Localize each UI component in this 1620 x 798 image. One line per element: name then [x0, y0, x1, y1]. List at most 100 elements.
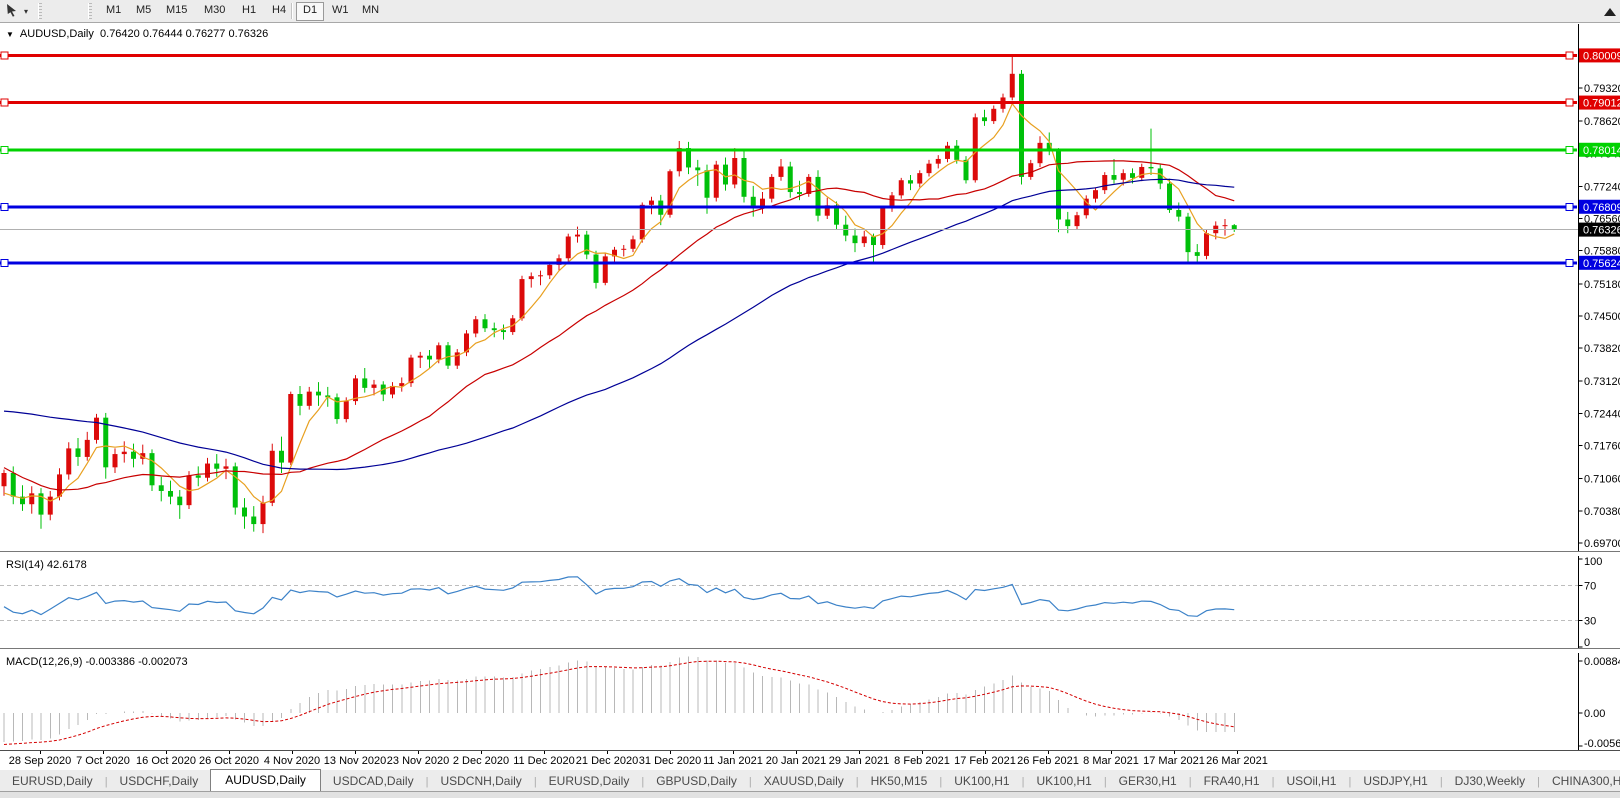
- line-handle[interactable]: [1565, 258, 1574, 267]
- window-menu-caret-icon[interactable]: ▼: [6, 30, 14, 39]
- candle-bear: [75, 448, 81, 457]
- candle-bull: [917, 173, 923, 184]
- candle-bull: [94, 417, 99, 440]
- rsi-name: RSI(14): [6, 559, 44, 571]
- tab-uk100-h1[interactable]: UK100,H1: [1024, 771, 1103, 792]
- date-axis[interactable]: 28 Sep 2020 7 Oct 2020 16 Oct 2020 26 Oct 2…: [0, 750, 1620, 770]
- date-tick: [481, 751, 482, 754]
- timeframe-button-m1[interactable]: M1: [100, 2, 127, 19]
- date-tick: [292, 751, 293, 754]
- tab-hk50-m15[interactable]: HK50,M15: [859, 771, 940, 792]
- candle-bull: [343, 401, 349, 420]
- candle-bear: [954, 145, 960, 160]
- candle-bull: [898, 180, 904, 196]
- tab-dj30-weekly[interactable]: DJ30,Weekly: [1443, 771, 1537, 792]
- timeframe-button-d1[interactable]: D1: [296, 2, 325, 21]
- candle-bull: [1204, 233, 1209, 256]
- toolbar-overflow-icon[interactable]: [1604, 8, 1616, 16]
- date-tick: [1048, 751, 1049, 754]
- date-tick: [796, 751, 797, 754]
- current-price-label-text: 0.76326: [1583, 225, 1620, 237]
- date-label: 11 Dec 2020: [513, 755, 575, 767]
- tab-eurusd-daily[interactable]: EURUSD,Daily: [537, 771, 642, 792]
- candle-bear: [593, 254, 599, 283]
- timeframe-button-mn[interactable]: MN: [356, 2, 385, 19]
- candle-bear: [316, 391, 321, 396]
- timeframe-button-w1[interactable]: W1: [326, 2, 355, 19]
- timeframe-button-h4[interactable]: H4: [266, 2, 292, 19]
- candle-bear: [1130, 173, 1135, 178]
- tab-usdcad-daily[interactable]: USDCAD,Daily: [321, 771, 426, 792]
- candle-bull: [57, 474, 62, 497]
- candle-bear: [982, 117, 987, 122]
- candle-bear: [1148, 166, 1154, 169]
- macd-indicator-pane[interactable]: 0.00884 0.00 -0.005651 MACD(12,26,9) -0.00…: [0, 653, 1620, 750]
- line-handle[interactable]: [0, 258, 9, 267]
- tab-ger30-h1[interactable]: GER30,H1: [1107, 771, 1189, 792]
- candle-bull: [1120, 173, 1126, 180]
- tab-china300-h1[interactable]: CHINA300,H1: [1540, 771, 1620, 792]
- candle-bear: [908, 180, 913, 184]
- price-level-label-text: 0.75624: [1583, 258, 1620, 270]
- chart-ohlc-values: 0.76420 0.76444 0.76277 0.76326: [100, 28, 269, 40]
- candle-bear: [797, 192, 802, 194]
- tab-usdchf-daily[interactable]: USDCHF,Daily: [108, 771, 211, 792]
- macd-label: MACD(12,26,9) -0.003386 -0.002073: [6, 656, 188, 668]
- toolbar-separator: [291, 3, 293, 19]
- trading-terminal-window: ▾ M1 M5 M15 M30 H1 H4 D1 W1 MN 0.79320 0.78620 0.7…: [0, 0, 1620, 798]
- line-handle[interactable]: [0, 51, 9, 60]
- candle-bull: [408, 357, 414, 384]
- candle-bull: [861, 236, 867, 244]
- tab-eurusd-daily[interactable]: EURUSD,Daily: [0, 771, 105, 792]
- date-tick: [859, 751, 860, 754]
- line-handle[interactable]: [1565, 202, 1574, 211]
- toolbar: ▾ M1 M5 M15 M30 H1 H4 D1 W1 MN: [0, 0, 1620, 23]
- rsi-indicator-pane[interactable]: 100 70 30 0 RSI(14) 42.6178: [0, 556, 1620, 648]
- candle-bull: [565, 236, 571, 259]
- date-label: 17 Feb 2021: [954, 755, 1016, 767]
- line-handle[interactable]: [0, 202, 9, 211]
- candle-bear: [195, 475, 201, 478]
- date-label: 23 Nov 2020: [386, 755, 450, 767]
- price-level-label-text: 0.78014: [1583, 145, 1620, 157]
- timeframe-button-m30[interactable]: M30: [198, 2, 231, 19]
- chart-title: ▼ AUDUSD,Daily 0.76420 0.76444 0.76277 0.…: [6, 28, 268, 40]
- toolbar-grip[interactable]: [38, 3, 42, 19]
- cursor-tool-icon[interactable]: ▾: [4, 2, 34, 20]
- chevron-down-icon[interactable]: ▾: [24, 7, 28, 16]
- line-handle[interactable]: [1565, 51, 1574, 60]
- date-tick: [103, 751, 104, 754]
- candle-bull: [602, 256, 608, 283]
- timeframe-button-m5[interactable]: M5: [130, 2, 157, 19]
- candle-bull: [676, 148, 682, 172]
- price-tick-label: 0.73120: [1584, 376, 1620, 388]
- date-label: 26 Feb 2021: [1017, 755, 1079, 767]
- date-label: 17 Mar 2021: [1143, 755, 1205, 767]
- candle-bear: [843, 224, 849, 236]
- main-chart-pane[interactable]: 0.793200.786200.779400.772400.765600.758…: [0, 24, 1620, 551]
- timeframe-button-h1[interactable]: H1: [236, 2, 262, 19]
- candle-bear: [445, 345, 451, 366]
- tab-usdjpy-h1[interactable]: USDJPY,H1: [1351, 771, 1439, 792]
- line-handle[interactable]: [0, 145, 9, 154]
- timeframe-button-m15[interactable]: M15: [160, 2, 193, 19]
- tab-xauusd-daily[interactable]: XAUUSD,Daily: [752, 771, 856, 792]
- line-handle[interactable]: [0, 98, 9, 107]
- candle-bear: [242, 507, 247, 517]
- line-handle[interactable]: [1565, 145, 1574, 154]
- tab-audusd-daily[interactable]: AUDUSD,Daily: [210, 769, 321, 792]
- tab-usoil-h1[interactable]: USOil,H1: [1274, 771, 1348, 792]
- date-tick: [166, 751, 167, 754]
- macd-name: MACD(12,26,9): [6, 656, 83, 668]
- price-tick-label: 0.73820: [1584, 343, 1620, 355]
- line-handle[interactable]: [1565, 98, 1574, 107]
- candle-bear: [149, 453, 155, 486]
- tab-usdcnh-daily[interactable]: USDCNH,Daily: [428, 771, 533, 792]
- tab-fra40-h1[interactable]: FRA40,H1: [1192, 771, 1272, 792]
- candle-bull: [621, 248, 627, 250]
- candle-bull: [575, 234, 580, 237]
- tab-gbpusd-daily[interactable]: GBPUSD,Daily: [644, 771, 749, 792]
- candle-bull: [630, 239, 636, 249]
- tab-uk100-h1[interactable]: UK100,H1: [942, 771, 1021, 792]
- toolbar-grip[interactable]: [88, 3, 92, 19]
